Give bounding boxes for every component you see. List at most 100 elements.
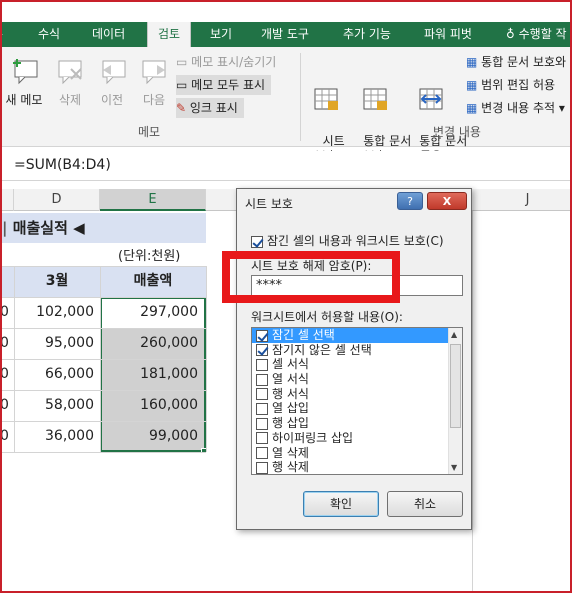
permission-label: 열 삭제 <box>272 445 309 460</box>
protect-share-icon: ▦ <box>466 55 482 69</box>
allow-edit-ranges[interactable]: ▦ 범위 편집 허용 <box>466 75 555 95</box>
tab-addins[interactable]: 추가 기능 <box>343 22 391 47</box>
checkbox-icon[interactable] <box>256 402 268 415</box>
previous-comment-button[interactable]: 이전 <box>94 55 130 108</box>
checkbox-icon[interactable] <box>256 358 268 371</box>
permission-label: 셀 서식 <box>272 357 309 372</box>
checkbox-icon[interactable] <box>256 417 268 430</box>
protect-share-workbook[interactable]: ▦ 통합 문서 보호와 <box>466 52 566 72</box>
show-hide-comment[interactable]: ▭ 메모 표시/숨기기 <box>176 52 276 72</box>
permission-label: 열 서식 <box>272 372 309 387</box>
group-label-changes: 변경 내용 <box>433 125 481 139</box>
grid-line <box>0 359 206 360</box>
close-button[interactable]: X <box>427 192 467 210</box>
tab-home[interactable]: 홈 <box>0 22 3 47</box>
show-all-comments[interactable]: ▭ 메모 모두 표시 <box>176 75 272 95</box>
cell-march[interactable]: 36,000 <box>14 421 94 452</box>
checkbox-icon[interactable] <box>256 388 268 401</box>
delete-comment-button[interactable]: 삭제 <box>52 55 88 108</box>
header-sales: 매출액 <box>133 273 173 289</box>
chevron-down-icon: ▾ <box>555 101 565 115</box>
grid-line <box>0 266 206 267</box>
permission-item[interactable]: 행 삭제 <box>252 460 462 474</box>
tab-formulas[interactable]: 수식 <box>38 22 60 47</box>
checkbox-icon <box>251 235 263 248</box>
cell-march[interactable]: 102,000 <box>14 297 94 328</box>
formula-bar[interactable]: =SUM(B4:D4) <box>0 151 572 181</box>
cell-march[interactable]: 95,000 <box>14 328 94 359</box>
ok-button[interactable]: 확인 <box>303 491 379 517</box>
row-stub-cell[interactable]: 0 <box>0 297 9 328</box>
permission-item[interactable]: 잠기지 않은 셀 선택 <box>252 343 462 358</box>
tell-me-search[interactable]: ♁ 수행할 작 <box>506 22 567 47</box>
new-comment-button[interactable]: 새 메모 <box>4 55 44 108</box>
cell-sales[interactable]: 297,000 <box>100 297 198 328</box>
track-changes-icon: ▦ <box>466 101 482 115</box>
permission-label: 행 삽입 <box>272 416 309 431</box>
scroll-up-icon[interactable]: ▲ <box>451 330 457 339</box>
tab-power-pivot[interactable]: 파워 피벗 <box>424 22 472 47</box>
permission-item[interactable]: 열 삽입 <box>252 401 462 416</box>
cell-sales[interactable]: 160,000 <box>100 390 198 421</box>
column-header-d[interactable]: D <box>14 189 100 211</box>
cancel-button[interactable]: 취소 <box>387 491 463 517</box>
cell-march[interactable]: 66,000 <box>14 359 94 390</box>
cell-sales[interactable]: 181,000 <box>100 359 198 390</box>
new-comment-icon <box>13 59 38 85</box>
list-scrollbar[interactable]: ▲ ▼ <box>448 328 462 474</box>
show-ink[interactable]: ✎ 잉크 표시 <box>176 98 244 118</box>
tab-review[interactable]: 검토 <box>147 22 192 47</box>
scroll-down-icon[interactable]: ▼ <box>451 463 457 472</box>
checkbox-icon[interactable] <box>256 329 268 342</box>
checkbox-icon[interactable] <box>256 344 268 357</box>
column-header-c[interactable] <box>0 189 14 211</box>
password-label: 시트 보호 해제 암호(P): <box>251 259 372 273</box>
protect-checkbox[interactable]: 잠긴 셀의 내용과 워크시트 보호(C) <box>251 232 444 249</box>
column-header-e[interactable]: E <box>100 189 206 211</box>
next-comment-button[interactable]: 다음 <box>136 55 172 108</box>
edit-ranges-icon: ▦ <box>466 78 482 92</box>
next-comment-icon <box>142 60 166 85</box>
previous-comment-icon <box>102 60 126 85</box>
permission-item[interactable]: 하이퍼링크 삽입 <box>252 431 462 446</box>
scroll-thumb[interactable] <box>450 344 461 428</box>
checkbox-icon[interactable] <box>256 373 268 386</box>
dialog-title: 시트 보호 <box>245 197 293 211</box>
permission-item[interactable]: 열 삭제 <box>252 446 462 461</box>
permission-item[interactable]: 행 서식 <box>252 387 462 402</box>
row-stub-cell[interactable]: 0 <box>0 328 9 359</box>
permission-item[interactable]: 잠긴 셀 선택 <box>252 328 462 343</box>
row-stub-cell[interactable]: 0 <box>0 359 9 390</box>
allow-label: 워크시트에서 허용할 내용(O): <box>251 310 403 324</box>
password-input[interactable]: **** <box>251 275 463 296</box>
permission-item[interactable]: 열 서식 <box>252 372 462 387</box>
permission-item[interactable]: 행 삽입 <box>252 416 462 431</box>
permission-label: 행 서식 <box>272 386 309 401</box>
grid-line <box>0 390 206 391</box>
ink-icon: ✎ <box>176 101 190 115</box>
formula-text: =SUM(B4:D4) <box>14 157 111 173</box>
checkbox-icon[interactable] <box>256 447 268 459</box>
track-changes[interactable]: ▦ 변경 내용 추적 ▾ <box>466 98 565 118</box>
tab-data[interactable]: 데이터 <box>92 22 125 47</box>
cell-march[interactable]: 58,000 <box>14 390 94 421</box>
header-march: 3월 <box>45 273 69 289</box>
permission-item[interactable]: 셀 서식 <box>252 357 462 372</box>
delete-comment-icon <box>58 60 82 85</box>
checkbox-icon[interactable] <box>256 432 268 445</box>
protect-sheet-icon <box>314 88 338 110</box>
protect-workbook-icon <box>363 88 387 110</box>
column-header-j[interactable]: J <box>472 189 572 211</box>
tab-view[interactable]: 보기 <box>210 22 232 47</box>
cell-sales[interactable]: 260,000 <box>100 328 198 359</box>
cell-sales[interactable]: 99,000 <box>100 421 198 452</box>
row-stub-cell[interactable]: 0 <box>0 421 9 452</box>
permissions-list[interactable]: 잠긴 셀 선택 잠기지 않은 셀 선택 셀 서식 열 서식 행 서식 열 삽입 행 삽입 하이… <box>251 327 463 475</box>
lightbulb-icon: ♁ <box>506 27 519 41</box>
row-stub-cell[interactable]: 0 <box>0 390 9 421</box>
checkbox-icon[interactable] <box>256 461 268 474</box>
comment-toggle-icon: ▭ <box>176 55 192 69</box>
help-button[interactable]: ? <box>397 192 423 210</box>
tab-developer[interactable]: 개발 도구 <box>261 22 309 47</box>
permission-label: 하이퍼링크 삽입 <box>272 430 354 445</box>
